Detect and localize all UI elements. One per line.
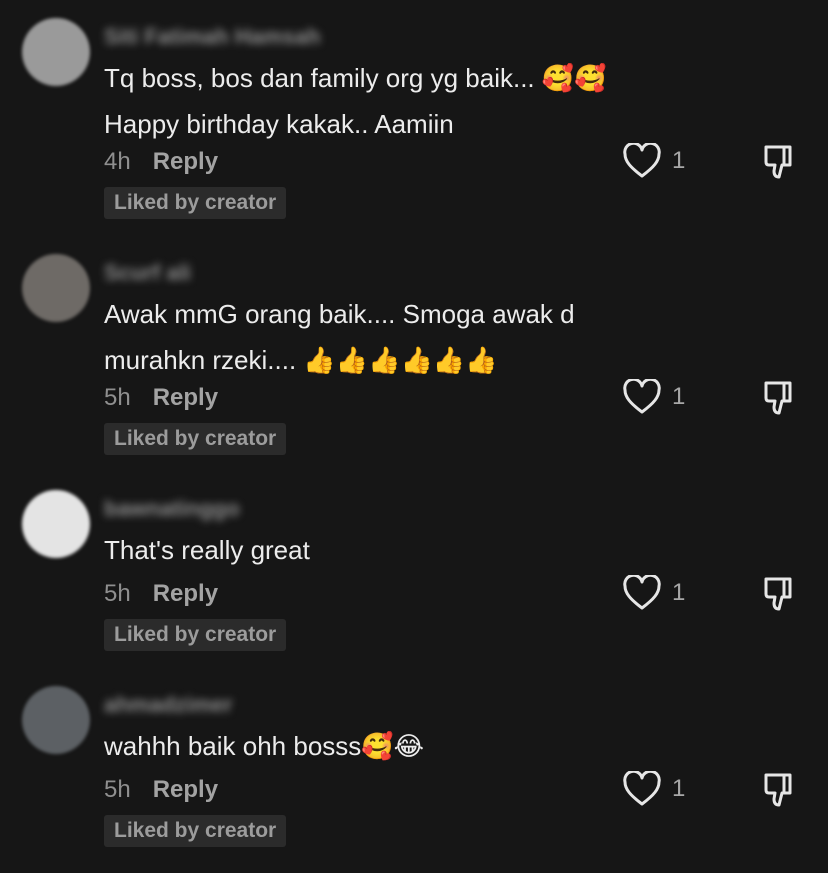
thumbs-down-outline-icon — [764, 577, 792, 611]
comment-text: Tq boss, bos dan family org yg baik... 🥰… — [104, 55, 704, 147]
avatar[interactable] — [22, 254, 90, 322]
liked-by-creator-badge: Liked by creator — [104, 815, 287, 847]
comment-meta: 5h Reply — [104, 776, 218, 804]
comment-text-line: Awak mmG orang baik.... Smoga awak d — [104, 299, 575, 329]
thumbs-down-outline-icon — [764, 381, 792, 415]
like-button[interactable]: 1 — [622, 575, 685, 611]
comment-text: wahhh baik ohh bosss🥰😂 — [104, 723, 704, 769]
comment-item: ahmadzimer wahhh baik ohh bosss🥰😂 5h Rep… — [0, 686, 828, 873]
comment-text: Awak mmG orang baik.... Smoga awak d mur… — [104, 291, 704, 383]
reply-button[interactable]: Reply — [153, 580, 218, 608]
comment-time: 5h — [104, 384, 131, 411]
heart-outline-icon — [623, 143, 661, 178]
dislike-button[interactable] — [762, 771, 798, 814]
heart-outline-icon — [623, 575, 661, 610]
comment-text-line: That's really great — [104, 535, 310, 565]
comment-time: 4h — [104, 148, 131, 175]
comment-meta: 5h Reply — [104, 580, 218, 608]
dislike-button[interactable] — [762, 143, 798, 186]
comment-username[interactable]: bawnatinggo — [104, 496, 240, 522]
liked-by-creator-badge: Liked by creator — [104, 187, 287, 219]
comment-time: 5h — [104, 580, 131, 607]
thumbs-down-outline-icon — [764, 145, 792, 179]
comment-username[interactable]: Siti Fatimah Hamsah — [104, 24, 320, 50]
comment-text-line: wahhh baik ohh bosss🥰😂 — [104, 731, 425, 761]
liked-by-creator-badge: Liked by creator — [104, 619, 287, 651]
reply-button[interactable]: Reply — [153, 148, 218, 176]
avatar[interactable] — [22, 686, 90, 754]
comment-text-line: Tq boss, bos dan family org yg baik... 🥰… — [104, 63, 607, 93]
like-count: 1 — [672, 775, 686, 802]
dislike-button[interactable] — [762, 575, 798, 618]
comment-item: Scurf ali Awak mmG orang baik.... Smoga … — [0, 254, 828, 474]
liked-by-creator-badge: Liked by creator — [104, 423, 287, 455]
like-count: 1 — [672, 579, 686, 606]
like-button[interactable]: 1 — [622, 379, 685, 415]
comment-username[interactable]: ahmadzimer — [104, 692, 232, 718]
dislike-button[interactable] — [762, 379, 798, 422]
comment-text-line: murahkn rzeki.... 👍👍👍👍👍👍 — [104, 345, 498, 375]
reply-button[interactable]: Reply — [153, 384, 218, 412]
like-button[interactable]: 1 — [622, 143, 685, 179]
like-count: 1 — [672, 383, 686, 410]
comment-meta: 5h Reply — [104, 384, 218, 412]
comment-item: bawnatinggo That's really great 5h Reply… — [0, 490, 828, 710]
thumbs-down-outline-icon — [764, 773, 792, 807]
reply-button[interactable]: Reply — [153, 776, 218, 804]
avatar[interactable] — [22, 490, 90, 558]
like-button[interactable]: 1 — [622, 771, 685, 807]
comment-text-line: Happy birthday kakak.. Aamiin — [104, 109, 454, 139]
comment-meta: 4h Reply — [104, 148, 218, 176]
comment-time: 5h — [104, 776, 131, 803]
comment-item: Siti Fatimah Hamsah Tq boss, bos dan fam… — [0, 18, 828, 238]
heart-outline-icon — [623, 379, 661, 414]
comment-text: That's really great — [104, 527, 704, 573]
comment-username[interactable]: Scurf ali — [104, 260, 191, 286]
comment-list: Siti Fatimah Hamsah Tq boss, bos dan fam… — [0, 0, 828, 873]
like-count: 1 — [672, 147, 686, 174]
avatar[interactable] — [22, 18, 90, 86]
heart-outline-icon — [623, 771, 661, 806]
